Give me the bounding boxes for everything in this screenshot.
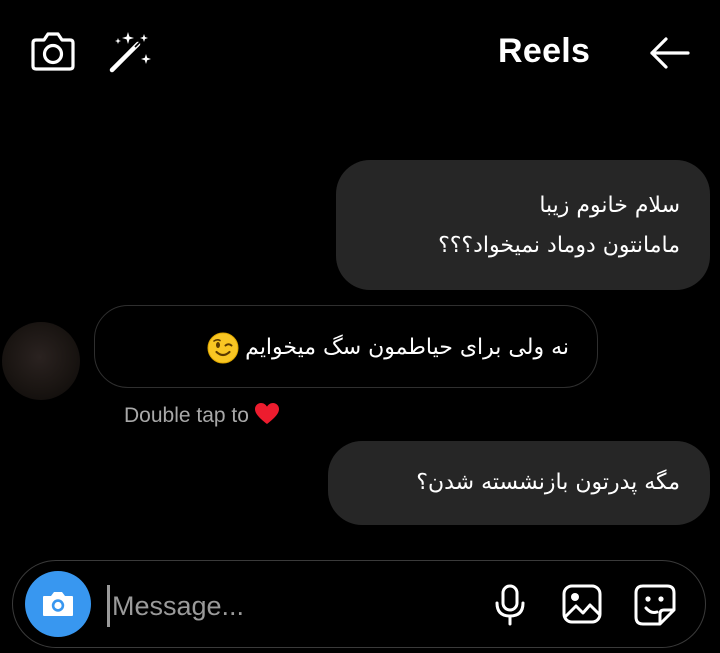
heart-icon[interactable] <box>254 402 280 426</box>
avatar[interactable] <box>2 322 80 400</box>
message-composer <box>12 560 706 648</box>
header: Reels <box>0 0 720 105</box>
arrow-right-icon[interactable] <box>648 36 692 70</box>
magic-wand-icon[interactable] <box>104 28 154 76</box>
sticker-icon[interactable] <box>633 583 677 627</box>
winking-face-icon <box>207 332 239 364</box>
camera-icon <box>43 592 73 616</box>
reaction-hint: Double tap to <box>124 402 280 430</box>
reels-button[interactable]: Reels <box>498 30 590 72</box>
message-bubble-sent[interactable]: سلام خانوم زیبا مامانتون دوماد نمیخواد؟؟… <box>336 160 710 290</box>
gallery-icon[interactable] <box>561 583 603 625</box>
camera-icon[interactable] <box>30 29 76 73</box>
message-text: سلام خانوم زیبا <box>539 193 680 218</box>
camera-button[interactable] <box>25 571 91 637</box>
message-bubble-sent[interactable]: مگه پدرتون بازنشسته شدن؟ <box>328 441 710 525</box>
message-bubble-received[interactable]: نه ولی برای حیاطمون سگ میخوایم <box>94 305 598 388</box>
message-text: مگه پدرتون بازنشسته شدن؟ <box>416 470 680 495</box>
message-text: نه ولی برای حیاطمون سگ میخوایم <box>245 335 569 360</box>
message-input[interactable] <box>107 585 474 627</box>
microphone-icon[interactable] <box>493 583 527 627</box>
dm-screen: Reels سلام خانوم زیبا مامانتون دوماد نمی… <box>0 0 720 653</box>
message-text: مامانتون دوماد نمیخواد؟؟؟ <box>438 233 680 258</box>
reaction-hint-text: Double tap to <box>124 404 249 427</box>
